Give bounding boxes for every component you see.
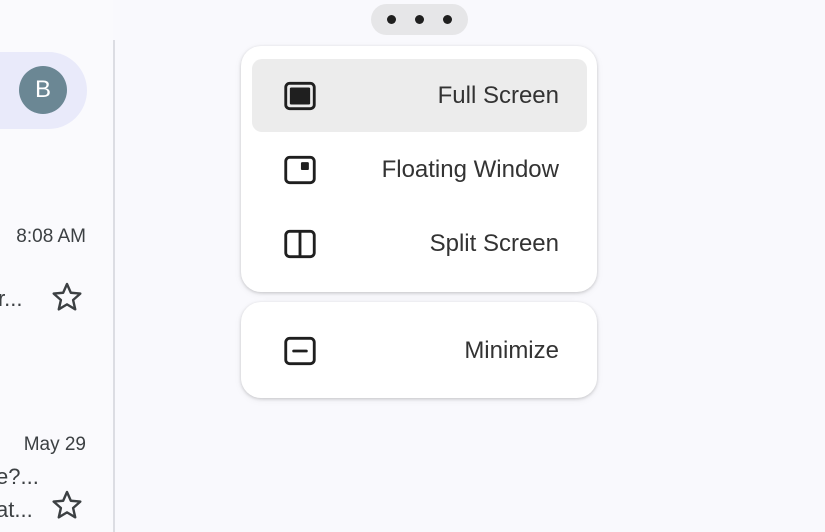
split-screen-option[interactable]: Split Screen <box>252 207 587 280</box>
menu-item-label: Floating Window <box>381 155 559 183</box>
menu-item-label: Minimize <box>464 336 559 364</box>
star-icon[interactable] <box>50 280 84 314</box>
message-time: May 29 <box>23 434 86 455</box>
split-screen-icon <box>284 229 316 258</box>
avatar[interactable]: B <box>19 66 67 114</box>
dot-icon <box>443 15 452 24</box>
window-mode-menu: Full Screen Floating Window Split Screen <box>241 46 597 292</box>
dot-icon <box>415 15 424 24</box>
email-list-pane: B 8:08 AM r... May 29 e?... at... <box>0 0 113 532</box>
minimize-menu: Minimize <box>241 302 597 398</box>
window-options-handle[interactable] <box>371 4 468 35</box>
message-time: 8:08 AM <box>16 226 86 247</box>
message-snippet[interactable]: r... <box>0 286 22 312</box>
full-screen-icon <box>284 81 316 110</box>
pane-divider <box>113 40 115 532</box>
menu-item-label: Split Screen <box>429 229 559 257</box>
floating-window-icon <box>284 155 316 184</box>
floating-window-option[interactable]: Floating Window <box>252 133 587 206</box>
minimize-option[interactable]: Minimize <box>252 314 587 387</box>
message-snippet[interactable]: at... <box>0 497 33 523</box>
message-snippet[interactable]: e?... <box>0 464 39 490</box>
minimize-icon <box>284 336 316 365</box>
star-icon[interactable] <box>50 488 84 522</box>
dot-icon <box>387 15 396 24</box>
menu-item-label: Full Screen <box>437 81 559 109</box>
full-screen-option[interactable]: Full Screen <box>252 59 587 132</box>
